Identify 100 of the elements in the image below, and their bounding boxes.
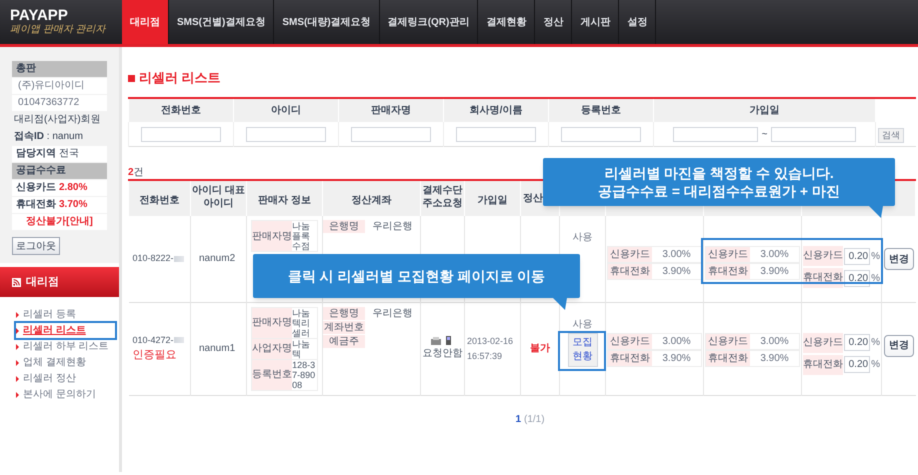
column-header: 가입일 (478, 194, 508, 206)
column-header: 전화번호 (140, 194, 180, 206)
page-total: (1/1) (524, 412, 545, 426)
fee-value: 3.90% (652, 264, 701, 279)
search-header: 판매자명 (338, 98, 444, 122)
margin-input[interactable]: 0.20 (844, 356, 870, 373)
menu-link[interactable]: 업체 결제현황 (23, 357, 86, 369)
info-value: 128-37-89008 (292, 360, 317, 390)
logout-button[interactable]: 로그아웃 (12, 237, 60, 255)
percent-unit: % (871, 358, 880, 372)
margin-input[interactable]: 0.20 (844, 334, 870, 351)
fee-label: 신용카드 (608, 334, 652, 348)
column-header: 아이디 대표아이디 (191, 184, 246, 210)
menu-link[interactable]: 리셀러 리스트 (23, 325, 86, 337)
callout-text: 클릭 시 리셀러별 모집현황 페이지로 이동 (288, 266, 546, 286)
settlement-status: 불가 (530, 343, 550, 354)
fee-label: 휴대전화 (706, 264, 750, 279)
info-label: 등록번호 (252, 360, 292, 390)
user-id: nanum2 (199, 253, 236, 264)
user-id: nanum1 (199, 343, 236, 354)
info-value: 나눔플록수점 (292, 221, 317, 251)
payment-request: 요청안함 (422, 347, 462, 361)
nav-tab[interactable]: 게시판 (572, 0, 620, 44)
nav-tab[interactable]: 대리점 (122, 0, 169, 44)
usage-status: 사용 (572, 318, 592, 332)
fee-value: 3.00% (652, 334, 701, 348)
fee-label: 휴대전화 (706, 350, 750, 366)
fee-label: 신용카드 (706, 334, 750, 348)
nav-tab[interactable]: 결제링크(QR)관리 (380, 0, 478, 44)
recruit-status-button[interactable]: 모집현황 (568, 332, 598, 366)
margin-input[interactable]: 0.20 (844, 270, 870, 286)
nav-tab[interactable]: 설정 (619, 0, 656, 44)
panel-header: 공급수수료 (12, 163, 107, 179)
percent-unit: % (871, 250, 880, 264)
callout-text: 공급수수료 = 대리점수수료원가 + 마진 (597, 182, 841, 200)
fee-value: 2.80% (59, 181, 88, 195)
change-button[interactable]: 변경 (884, 248, 914, 270)
info-label: 사업자명 (252, 338, 292, 358)
percent-unit: % (871, 336, 880, 350)
column-header: 정산계좌 (352, 194, 392, 206)
search-button[interactable]: 검색 (878, 128, 904, 143)
result-count: 2건 (128, 167, 144, 178)
account-label: 은행명 (323, 306, 365, 320)
fee-value: 3.90% (750, 264, 799, 279)
fee-value: 3.00% (652, 247, 701, 262)
nav-tab[interactable]: 정산 (535, 0, 572, 44)
info-value: 나눔텍 (292, 338, 317, 358)
fee-value: 3.70% (59, 198, 88, 212)
nav-tab[interactable]: SMS(건별)결제요청 (169, 0, 274, 44)
search-header: 등록번호 (548, 98, 654, 122)
search-header: 아이디 (234, 98, 338, 122)
fee-value: 3.00% (750, 334, 799, 348)
column-header: 정산 (522, 192, 543, 205)
fee-label: 휴대전화 (16, 198, 56, 212)
menu-link[interactable]: 리셀러 등록 (23, 309, 76, 321)
account-value: 우리은행 (372, 220, 414, 233)
info-label: 판매자명 (252, 308, 292, 338)
member-info: 접속ID : nanum (13, 130, 84, 144)
info-label: 판매자명 (252, 221, 292, 251)
region-info: 담당지역 전국 (12, 146, 107, 162)
account-label: 계좌번호 (323, 320, 365, 334)
account-label: 은행명 (323, 220, 365, 233)
nav-tab[interactable]: 결제현황 (478, 0, 536, 44)
verification-status: 인증필요 (132, 348, 178, 363)
fee-label: 신용카드 (16, 181, 56, 195)
fee-value: 3.00% (750, 247, 799, 262)
fee-label: 신용카드 (803, 332, 844, 352)
panel-header: 총판 (12, 61, 107, 77)
fee-label: 신용카드 (803, 246, 844, 266)
fee-value: 3.90% (750, 350, 799, 366)
phone-number: 010-4272- (132, 334, 174, 346)
usage-status: 사용 (572, 231, 592, 245)
company-name: (주)유디아이디 (12, 78, 107, 94)
column-header: 결제수단 주소요청 (422, 184, 464, 210)
logo-text: PAYAPP (10, 8, 69, 24)
logo-tagline: 페이앱 판매자 관리자 (10, 24, 107, 36)
fee-label: 신용카드 (706, 247, 750, 262)
fee-label: 휴대전화 (803, 354, 844, 374)
margin-input[interactable]: 0.20 (844, 248, 870, 264)
logo[interactable]: PAYAPP 페이앱 판매자 관리자 (0, 0, 122, 44)
info-value: 나눔텍리셀러 (292, 308, 317, 338)
account-value: 우리은행 (372, 306, 414, 320)
fee-label: 휴대전화 (608, 350, 652, 366)
range-separator: ~ (762, 128, 768, 142)
nav-tab[interactable]: SMS(대량)결제요청 (274, 0, 380, 44)
phone-number: 01047363772 (12, 95, 107, 111)
fee-value: 3.90% (652, 350, 701, 366)
page-link[interactable]: 1 (515, 412, 521, 426)
callout-text: 리셀러별 마진을 책정할 수 있습니다. (603, 164, 835, 182)
percent-unit: % (871, 272, 880, 286)
menu-link[interactable]: 본사에 문의하기 (23, 389, 96, 401)
fee-label: 휴대전화 (803, 268, 844, 288)
change-button[interactable]: 변경 (884, 334, 914, 356)
fee-label: 휴대전화 (608, 264, 652, 279)
settlement-notice[interactable]: 정산불가[안내] (12, 214, 107, 230)
menu-link[interactable]: 리셀러 정산 (23, 373, 76, 385)
member-info: 대리점(사업자)회원 (13, 113, 102, 127)
search-header: 전화번호 (128, 98, 234, 122)
menu-link[interactable]: 리셀러 하부 리스트 (23, 341, 109, 353)
menu-title: 대리점 (26, 274, 59, 290)
